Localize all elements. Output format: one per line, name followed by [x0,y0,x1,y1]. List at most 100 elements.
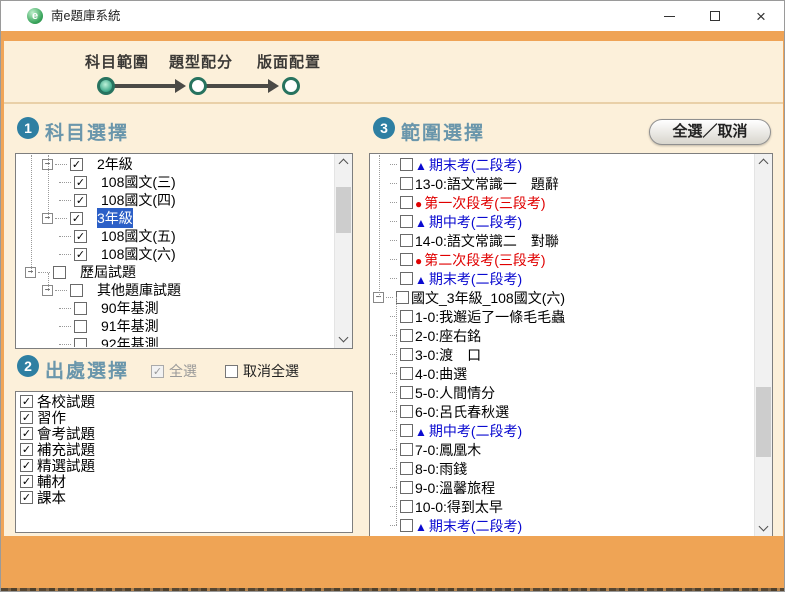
tree-item-label[interactable]: 歷屆試題 [80,262,136,282]
scroll-down-icon[interactable] [755,520,772,537]
tree-row[interactable]: −歷屆試題 [17,263,334,281]
tree-item-label[interactable]: ▲期中考(二段考) [415,421,522,441]
tree-row[interactable]: −其他題庫試題 [17,281,334,299]
tree-row[interactable]: 8-0:雨錢 [371,459,754,478]
tree-row[interactable]: −✓3年級 [17,209,334,227]
item-checkbox[interactable] [400,462,413,475]
item-checkbox[interactable] [400,500,413,513]
tree-item-label[interactable]: 108國文(五) [101,226,176,246]
item-checkbox[interactable] [74,302,87,315]
tree-row[interactable]: ▲期末考(二段考) [371,155,754,174]
tree-item-label[interactable]: 7-0:鳳凰木 [415,440,481,460]
tree-item-label[interactable]: ●第一次段考(三段考) [415,193,546,213]
tree-item-label[interactable]: ●第二次段考(三段考) [415,250,546,270]
tree-row[interactable]: 3-0:渡 口 [371,345,754,364]
item-checkbox[interactable] [400,481,413,494]
tree-row[interactable]: 90年基測 [17,299,334,317]
scroll-down-icon[interactable] [335,331,352,348]
item-checkbox[interactable] [400,424,413,437]
tree-item-label[interactable]: ▲期末考(二段考) [415,155,522,175]
item-checkbox[interactable]: ✓ [20,411,33,424]
tree-row[interactable]: 13-0:語文常識一 題辭 [371,174,754,193]
item-checkbox[interactable]: ✓ [74,194,87,207]
tree-item-label[interactable]: 9-0:溫馨旅程 [415,478,495,498]
tree-item-label[interactable]: 國文_3年級_108國文(六) [411,288,565,308]
tree-row[interactable]: ▲期中考(二段考) [371,212,754,231]
tree-item-label[interactable]: 10-0:得到太早 [415,497,503,517]
item-checkbox[interactable]: ✓ [20,459,33,472]
tree-row[interactable]: ✓ 108國文(三) [17,173,334,191]
tree-row[interactable]: 92年基測 [17,335,334,347]
source-list-item[interactable]: ✓課本 [17,489,351,505]
item-checkbox[interactable] [400,405,413,418]
item-checkbox[interactable]: ✓ [20,427,33,440]
item-checkbox[interactable] [400,367,413,380]
item-checkbox[interactable] [74,338,87,348]
item-checkbox[interactable] [400,177,413,190]
scrollbar-thumb[interactable] [336,187,351,233]
tree-item-label[interactable]: ▲期末考(二段考) [415,269,522,289]
tree-item-label[interactable]: 6-0:呂氏春秋選 [415,402,509,422]
subject-tree-scrollbar[interactable] [334,154,352,348]
tree-row[interactable]: 4-0:曲選 [371,364,754,383]
tree-item-label[interactable]: 13-0:語文常識一 題辭 [415,174,559,194]
item-checkbox[interactable] [400,234,413,247]
tree-row[interactable]: 6-0:呂氏春秋選 [371,402,754,421]
scrollbar-thumb[interactable] [756,387,771,457]
item-checkbox[interactable] [400,519,413,532]
tree-item-label[interactable]: 3-0:渡 口 [415,345,481,365]
scroll-up-icon[interactable] [335,154,352,171]
item-checkbox[interactable] [70,284,83,297]
tree-item-label[interactable]: 5-0:人間情分 [415,383,495,403]
item-checkbox[interactable]: ✓ [20,491,33,504]
item-checkbox[interactable]: ✓ [74,248,87,261]
item-checkbox[interactable] [400,348,413,361]
item-checkbox[interactable] [400,443,413,456]
tree-item-label[interactable]: 4-0:曲選 [415,364,467,384]
item-checkbox[interactable] [400,272,413,285]
item-checkbox[interactable]: ✓ [74,176,87,189]
tree-item-label[interactable]: ▲期中考(二段考) [415,212,522,232]
clear-all-checkbox[interactable]: 取消全選 [225,361,299,381]
tree-row[interactable]: −國文_3年級_108國文(六) [371,288,754,307]
tree-row[interactable]: ✓ 108國文(五) [17,227,334,245]
item-checkbox[interactable]: ✓ [20,395,33,408]
item-checkbox[interactable] [400,386,413,399]
tree-row[interactable]: ●第二次段考(三段考) [371,250,754,269]
tree-row[interactable]: 10-0:得到太早 [371,497,754,516]
item-checkbox[interactable] [400,329,413,342]
tree-row[interactable]: ▲期中考(二段考) [371,421,754,440]
item-checkbox[interactable] [396,291,409,304]
tree-row[interactable]: 14-0:語文常識二 對聯 [371,231,754,250]
tree-row[interactable]: ✓108國文(四) [17,191,334,209]
tree-item-label[interactable]: 108國文(三) [101,172,176,192]
tree-row[interactable]: ✓ 108國文(六) [17,245,334,263]
tree-item-label[interactable]: 92年基測 [101,334,159,347]
tree-row[interactable]: ●第一次段考(三段考) [371,193,754,212]
tree-item-label[interactable]: 108國文(六) [101,244,176,264]
item-checkbox[interactable] [400,253,413,266]
tree-row[interactable]: 9-0:溫馨旅程 [371,478,754,497]
item-checkbox[interactable]: ✓ [74,230,87,243]
item-checkbox[interactable] [400,158,413,171]
tree-row[interactable]: 91年基測 [17,317,334,335]
tree-item-label[interactable]: 91年基測 [101,316,159,336]
tree-item-label[interactable]: ▲期末考(二段考) [415,516,522,536]
tree-item-label[interactable]: 14-0:語文常識二 對聯 [415,231,559,251]
source-list-item[interactable]: ✓精選試題 [17,457,351,473]
tree-item-label[interactable]: 2-0:座右銘 [415,326,481,346]
item-checkbox[interactable] [400,196,413,209]
item-checkbox[interactable] [400,215,413,228]
tree-row[interactable]: 2-0:座右銘 [371,326,754,345]
scroll-up-icon[interactable] [755,154,772,171]
tree-item-label[interactable]: 其他題庫試題 [97,280,181,300]
tree-item-label[interactable]: 3年級 [97,208,133,228]
select-all-toggle-button[interactable]: 全選／取消 [649,119,771,145]
close-button[interactable]: × [738,1,784,31]
range-tree-scrollbar[interactable] [754,154,772,537]
tree-row[interactable]: 7-0:鳳凰木 [371,440,754,459]
source-list-item[interactable]: ✓各校試題 [17,393,351,409]
minimize-button[interactable] [646,1,692,31]
item-checkbox[interactable]: ✓ [70,212,83,225]
maximize-button[interactable] [692,1,738,31]
